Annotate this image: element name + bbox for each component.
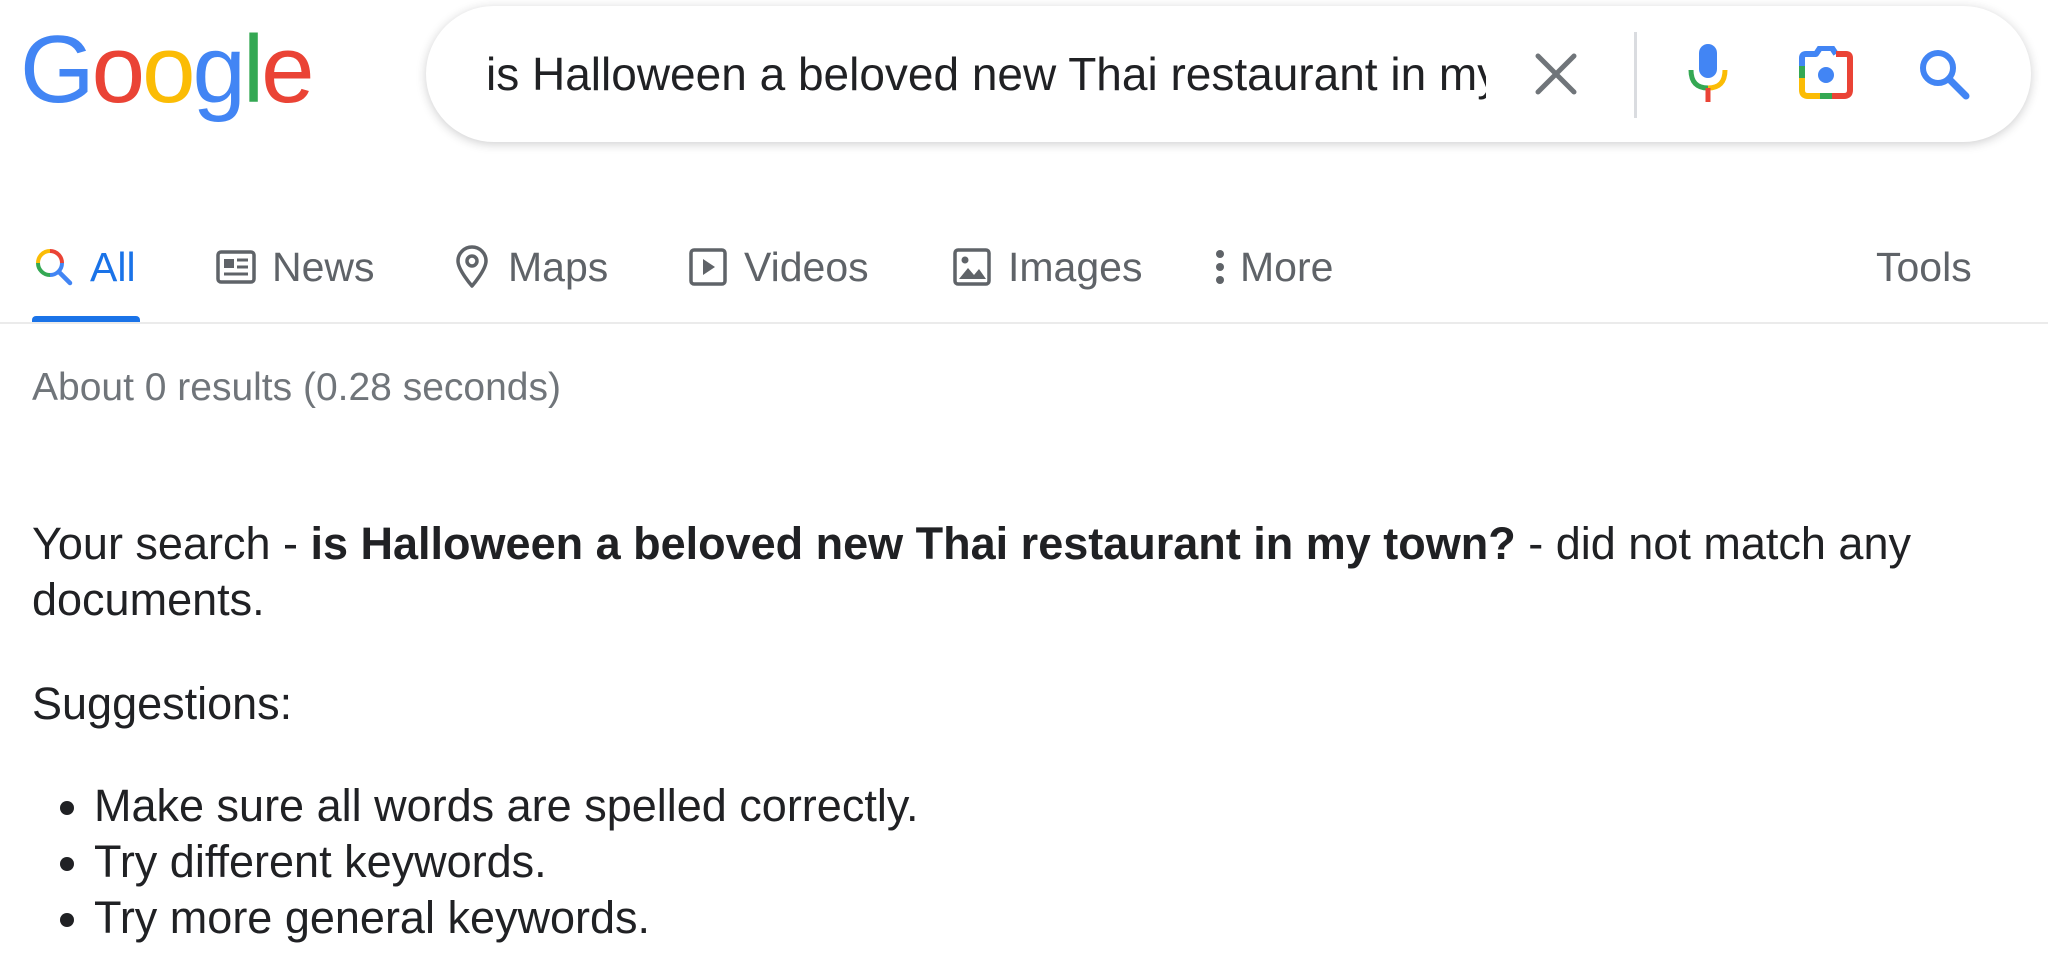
vertical-dots-icon <box>1210 245 1230 289</box>
tab-news-label: News <box>272 243 375 290</box>
voice-search-button[interactable] <box>1676 42 1740 106</box>
logo-letter-g: G <box>20 16 95 123</box>
no-match-query: is Halloween a beloved new Thai restaura… <box>310 518 1516 569</box>
no-match-prefix: Your search - <box>32 518 311 569</box>
suggestion-item: Make sure all words are spelled correctl… <box>94 778 918 834</box>
search-by-image-button[interactable] <box>1794 42 1858 106</box>
tab-news[interactable]: News <box>214 232 375 302</box>
suggestions-title: Suggestions: <box>32 678 293 729</box>
tab-maps[interactable]: Maps <box>450 232 608 302</box>
tab-images-label: Images <box>1008 243 1143 290</box>
search-submit-button[interactable] <box>1912 42 1976 106</box>
newspaper-icon <box>214 245 258 289</box>
tab-images[interactable]: Images <box>950 232 1142 302</box>
tab-all-label: All <box>90 243 136 290</box>
suggestion-item: Try more general keywords. <box>94 890 918 946</box>
search-multicolor-icon <box>32 245 76 289</box>
suggestions-list: Make sure all words are spelled correctl… <box>32 778 918 946</box>
tabs-divider <box>0 322 2048 324</box>
google-logo[interactable]: Google <box>20 16 315 123</box>
logo-letter-o1: o <box>91 16 145 123</box>
clear-search-button[interactable] <box>1526 44 1586 104</box>
tab-all[interactable]: All <box>32 232 136 302</box>
suggestion-item: Try different keywords. <box>94 834 918 890</box>
search-icon <box>1920 50 1970 100</box>
tab-more[interactable]: More <box>1210 232 1333 302</box>
camera-lens-icon <box>1799 46 1853 99</box>
play-box-icon <box>686 245 730 289</box>
searchbox-divider <box>1634 32 1637 118</box>
tab-more-label: More <box>1240 243 1334 290</box>
tab-videos[interactable]: Videos <box>686 232 869 302</box>
tab-videos-label: Videos <box>744 243 869 290</box>
tab-maps-label: Maps <box>508 243 609 290</box>
search-results-page: Google is Halloween a beloved new Thai r… <box>0 0 2048 964</box>
search-tabs: All News Maps Videos Images More <box>0 220 2048 324</box>
search-box <box>426 6 2031 142</box>
image-icon <box>950 245 994 289</box>
close-icon <box>1535 53 1577 95</box>
search-input[interactable] <box>486 42 1486 106</box>
logo-letter-g2: g <box>192 16 245 123</box>
logo-letter-l: l <box>242 16 264 123</box>
logo-letter-o2: o <box>142 16 195 123</box>
map-pin-icon <box>450 245 494 289</box>
logo-letter-e: e <box>261 16 314 123</box>
microphone-icon <box>1688 44 1728 102</box>
result-stats: About 0 results (0.28 seconds) <box>32 366 561 409</box>
tools-button[interactable]: Tools <box>1876 232 1972 302</box>
no-match-message: Your search - is Halloween a beloved new… <box>32 516 2012 628</box>
